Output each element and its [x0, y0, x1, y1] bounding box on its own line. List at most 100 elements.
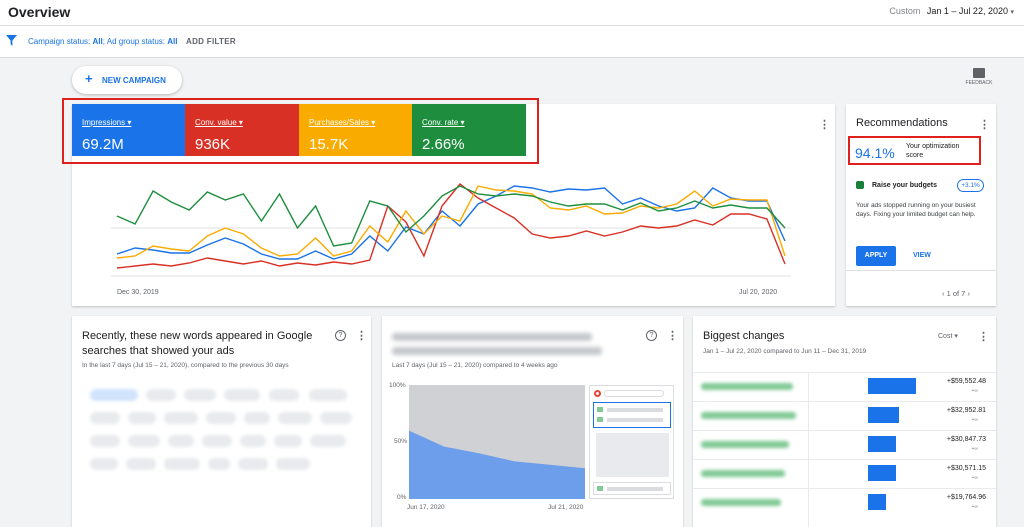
serp-result-dot	[597, 407, 603, 412]
word-chip[interactable]	[224, 389, 260, 401]
chevron-right-icon[interactable]: ›	[967, 289, 970, 298]
search-share-area-chart	[409, 385, 585, 499]
word-chip[interactable]	[206, 412, 236, 424]
change-bar	[868, 494, 887, 510]
word-chip[interactable]	[202, 435, 232, 447]
serp-result-line	[607, 487, 663, 491]
word-chip[interactable]	[269, 389, 299, 401]
help-icon[interactable]: ?	[335, 330, 346, 341]
word-chip[interactable]	[90, 389, 138, 401]
new-words-subtitle: In the last 7 days (Jul 15 – 21, 2020), …	[82, 362, 289, 369]
chevron-left-icon[interactable]: ‹	[942, 289, 945, 298]
word-chip[interactable]	[146, 389, 176, 401]
blurred-title	[392, 347, 602, 355]
word-chip[interactable]	[90, 458, 118, 470]
y-axis-label-top: 100%	[389, 382, 406, 389]
performance-line-chart	[111, 183, 791, 277]
highlight-box-score	[848, 136, 981, 165]
recommendations-title: Recommendations	[856, 117, 948, 129]
serp-organic-block	[596, 433, 669, 477]
campaign-name-blurred[interactable]	[701, 441, 789, 448]
table-row[interactable]: +$59,552.48 +∞	[693, 372, 996, 401]
table-row[interactable]: +$30,847.73 +∞	[693, 430, 996, 459]
table-row[interactable]: +$32,952.81 +∞	[693, 401, 996, 430]
filter-bar: Campaign status: All; Ad group status: A…	[0, 26, 1024, 58]
biggest-changes-subtitle: Jan 1 – Jul 22, 2020 compared to Jun 11 …	[703, 348, 867, 355]
word-chip[interactable]	[90, 435, 120, 447]
y-axis-label-bottom: 0%	[397, 494, 407, 501]
campaign-name-blurred[interactable]	[701, 383, 793, 390]
more-options-icon[interactable]: ⋮	[819, 118, 830, 131]
word-chip[interactable]	[164, 458, 200, 470]
word-chip[interactable]	[278, 412, 312, 424]
change-amount: +$32,952.81	[946, 407, 986, 414]
add-filter-button[interactable]: ADD FILTER	[186, 37, 236, 46]
campaign-name-blurred[interactable]	[701, 412, 796, 419]
word-chip[interactable]	[274, 435, 302, 447]
google-g-icon	[594, 390, 601, 397]
change-bar	[868, 465, 896, 481]
word-chip[interactable]	[208, 458, 230, 470]
change-amount: +$19,764.96	[946, 494, 986, 501]
search-trend-card: ? ⋮ Last 7 days (Jul 15 – 21, 2020) comp…	[382, 316, 683, 527]
view-button[interactable]: VIEW	[913, 252, 931, 259]
page-title: Overview	[8, 4, 71, 20]
feedback-label: FEEDBACK	[965, 80, 993, 86]
serp-result-line	[607, 408, 663, 412]
more-options-icon[interactable]: ⋮	[978, 330, 989, 343]
more-options-icon[interactable]: ⋮	[667, 329, 678, 342]
date-range-picker[interactable]: Custom Jan 1 – Jul 22, 2020 ▾	[889, 6, 1014, 16]
word-chip[interactable]	[164, 412, 198, 424]
filter-icon[interactable]	[6, 35, 17, 46]
word-chip[interactable]	[238, 458, 268, 470]
change-bar	[868, 378, 916, 394]
word-chip[interactable]	[240, 435, 266, 447]
x-axis-end-label: Jul 20, 2020	[739, 289, 778, 296]
campaign-name-blurred[interactable]	[701, 499, 781, 506]
table-row[interactable]: +$19,764.96 +∞	[693, 488, 996, 517]
filter-summary[interactable]: Campaign status: All; Ad group status: A…	[28, 37, 177, 46]
serp-result-line	[607, 418, 663, 422]
recommendation-description: Your ads stopped running on your busiest…	[856, 202, 976, 218]
word-chip[interactable]	[309, 389, 347, 401]
change-percent: +∞	[971, 475, 978, 481]
word-chip[interactable]	[128, 435, 160, 447]
plus-icon: +	[85, 71, 93, 86]
x-axis-end-label: Jul 21, 2020	[548, 504, 584, 511]
word-chip[interactable]	[320, 412, 352, 424]
more-options-icon[interactable]: ⋮	[356, 329, 367, 342]
recommendation-title: Raise your budgets	[872, 182, 937, 189]
change-amount: +$30,571.15	[946, 465, 986, 472]
recommendation-pager: ‹ 1 of 7 ›	[942, 289, 970, 298]
search-trend-subtitle: Last 7 days (Jul 15 – 21, 2020) compared…	[392, 362, 558, 369]
new-campaign-label: NEW CAMPAIGN	[102, 76, 166, 85]
new-campaign-button[interactable]: + NEW CAMPAIGN	[72, 66, 182, 94]
word-chip[interactable]	[168, 435, 194, 447]
campaign-name-blurred[interactable]	[701, 470, 785, 477]
column-divider	[808, 372, 809, 527]
word-chip[interactable]	[128, 412, 156, 424]
word-chip[interactable]	[244, 412, 270, 424]
word-chip[interactable]	[310, 435, 346, 447]
serp-ad-highlight	[593, 402, 671, 428]
apply-button[interactable]: APPLY	[856, 246, 896, 266]
new-words-card: Recently, these new words appeared in Go…	[72, 316, 371, 527]
recommendations-card: Recommendations ⋮ 94.1% Your optimizatio…	[846, 104, 996, 306]
date-range-value: Jan 1 – Jul 22, 2020	[926, 6, 1008, 16]
change-percent: +∞	[971, 388, 978, 394]
feedback-button[interactable]: FEEDBACK	[962, 68, 996, 86]
word-chip[interactable]	[276, 458, 310, 470]
word-chip[interactable]	[90, 412, 120, 424]
serp-result-dot	[597, 486, 603, 491]
highlight-box-metrics	[62, 98, 539, 164]
word-chip[interactable]	[126, 458, 156, 470]
y-axis-label-mid: 50%	[394, 438, 408, 445]
serp-preview	[589, 385, 674, 499]
word-chip[interactable]	[184, 389, 216, 401]
more-options-icon[interactable]: ⋮	[979, 118, 990, 131]
date-range-label: Custom	[889, 6, 921, 16]
table-row[interactable]: +$30,571.15 +∞	[693, 459, 996, 488]
metric-select[interactable]: Cost ▾	[938, 332, 958, 340]
help-icon[interactable]: ?	[646, 330, 657, 341]
serp-result-dot	[597, 417, 603, 422]
